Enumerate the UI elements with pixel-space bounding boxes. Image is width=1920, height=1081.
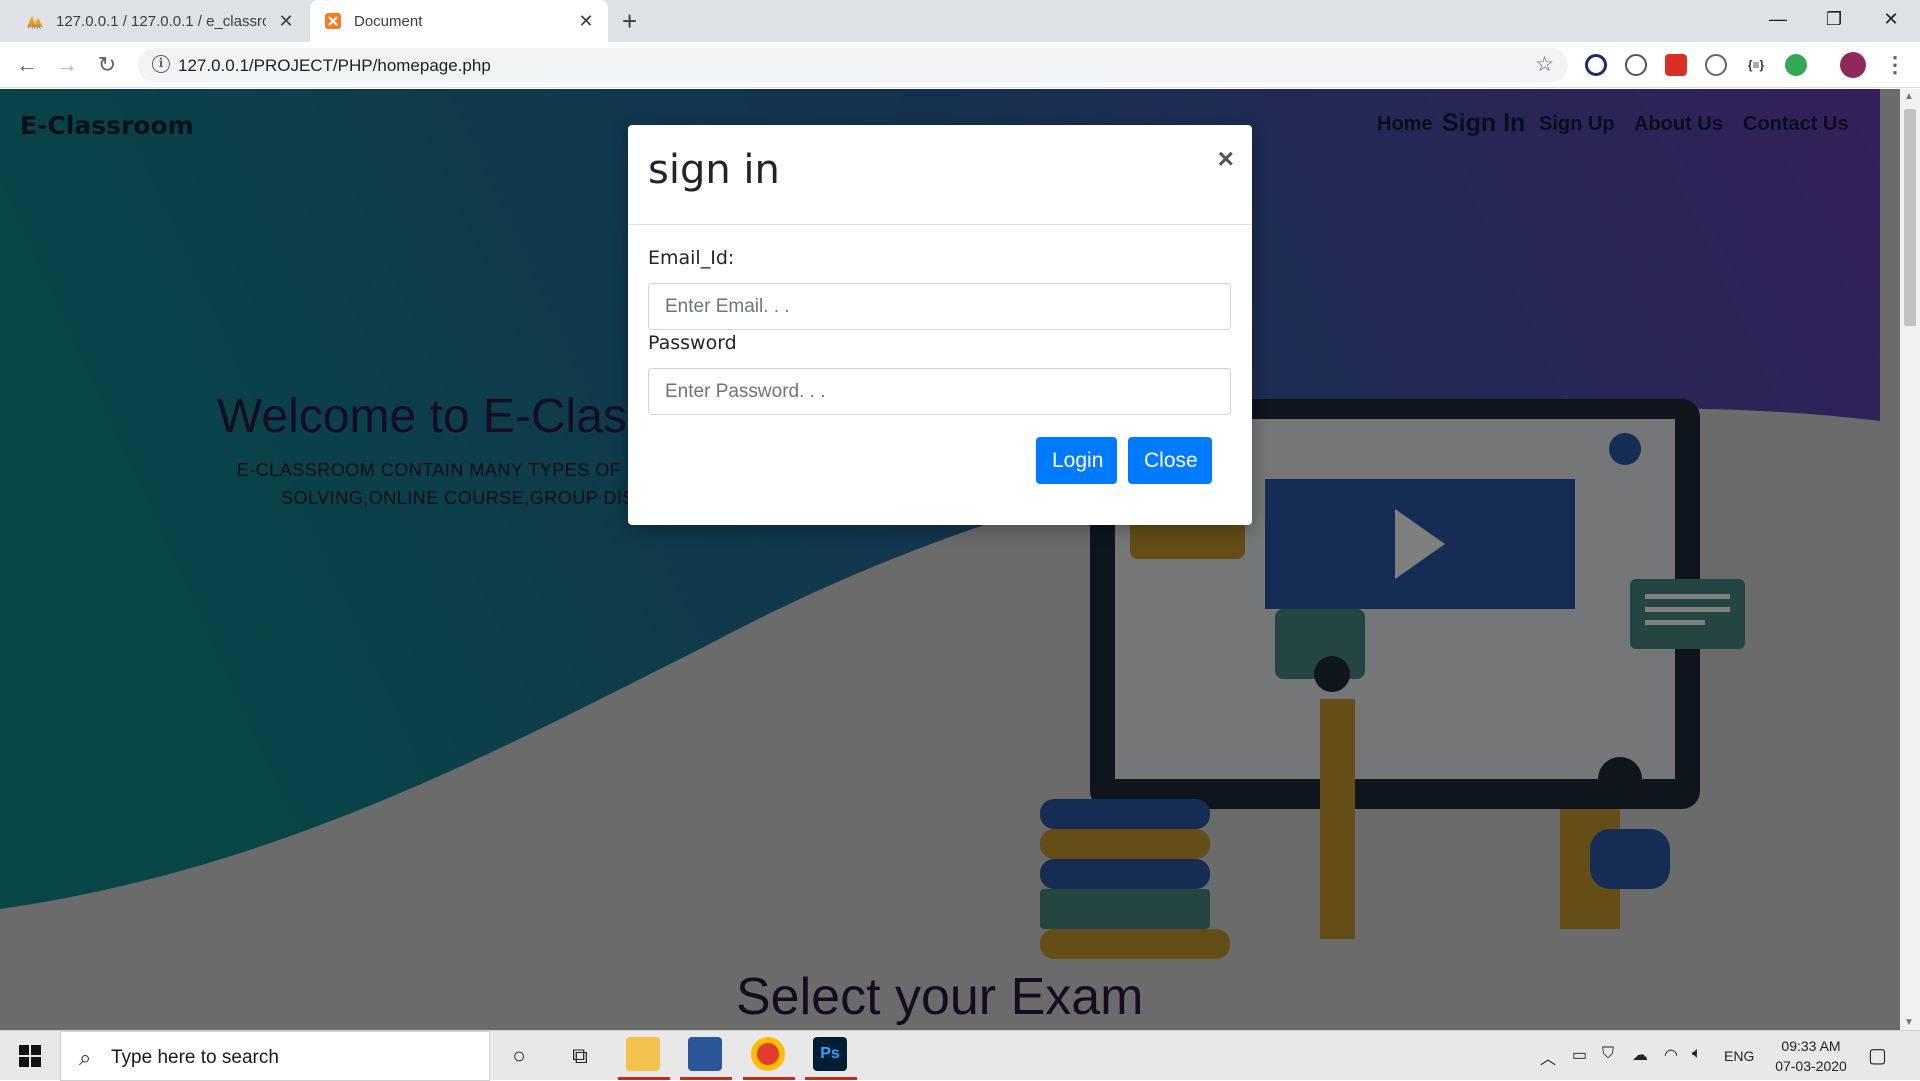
onedrive-icon[interactable]: ☁ [1632,1045,1648,1065]
tab-close-icon[interactable]: ✕ [276,11,296,32]
login-button[interactable]: Login [1036,437,1117,484]
language-indicator[interactable]: ENG [1724,1048,1754,1064]
tab-close-icon[interactable]: ✕ [576,11,596,32]
close-window-icon[interactable]: ✕ [1862,0,1920,38]
clock-date: 07-03-2020 [1775,1058,1847,1074]
address-bar[interactable]: i 127.0.0.1/PROJECT/PHP/homepage.php ☆ [138,48,1568,82]
task-view-icon[interactable]: ⧉ [552,1031,608,1081]
extension-icon[interactable] [1785,54,1807,76]
taskbar-clock[interactable]: 09:33 AM 07-03-2020 [1766,1036,1856,1076]
svg-text:PMA: PMA [28,24,42,30]
restore-icon[interactable]: ❐ [1805,0,1863,38]
minimize-icon[interactable]: — [1749,0,1807,38]
block-extension-icon[interactable] [1585,54,1607,76]
photoshop-icon[interactable]: Ps [813,1037,847,1071]
menu-dots-icon[interactable]: ⋮ [1880,50,1910,80]
scroll-down-icon[interactable]: ▼ [1904,1017,1914,1028]
json-extension-icon[interactable]: {≡} [1745,54,1767,76]
file-explorer-icon[interactable] [626,1037,660,1071]
xampp-icon [325,13,341,29]
reload-icon[interactable]: ↻ [92,50,122,80]
taskbar-search-box[interactable]: ⌕ Type here to search [60,1031,490,1081]
url-text: 127.0.0.1/PROJECT/PHP/homepage.php [178,56,491,75]
tab-document[interactable]: Document ✕ [310,0,608,42]
volume-icon[interactable]: 🔈︎ [1692,1045,1702,1063]
tray-chevron-icon[interactable]: ︿ [1540,1045,1556,1069]
notifications-icon[interactable]: ▢ [1868,1043,1887,1068]
battery-icon[interactable]: ▭ [1572,1045,1587,1065]
cortana-icon[interactable]: ○ [491,1031,547,1081]
visio-icon[interactable] [688,1037,722,1071]
extension-icon[interactable] [1625,54,1647,76]
email-field[interactable] [648,283,1231,330]
scroll-up-icon[interactable]: ▲ [1904,91,1914,102]
close-button[interactable]: Close [1128,437,1212,484]
password-label: Password [648,332,737,354]
password-field[interactable] [648,368,1231,415]
search-placeholder: Type here to search [111,1047,279,1068]
wifi-icon[interactable]: ◠ [1664,1045,1678,1065]
modal-header: sign in × [628,125,1252,225]
scrollbar-thumb[interactable] [1904,109,1916,326]
tab-title: 127.0.0.1 / 127.0.0.1 / e_classroom [56,12,266,30]
tab-title: Document [354,12,423,30]
search-icon: ⌕ [79,1045,92,1070]
security-shield-icon[interactable]: ⛉ [1602,1045,1614,1063]
windows-taskbar: ⌕ Type here to search ○ ⧉ Ps ︿ ▭ ⛉ ☁ ◠ 🔈… [0,1030,1920,1081]
forward-arrow-icon[interactable]: → [52,50,82,80]
back-arrow-icon[interactable]: ← [12,50,42,80]
site-info-icon[interactable]: i [152,55,170,73]
sign-in-modal: sign in × Email_Id: Password Login Close [628,125,1252,525]
extension-icon[interactable] [1705,54,1727,76]
modal-title: sign in [648,147,780,193]
chrome-icon[interactable] [751,1037,785,1071]
new-tab-icon[interactable]: + [622,6,637,37]
page-scrollbar[interactable]: ▲ ▼ [1900,89,1920,1030]
phpmyadmin-icon: PMA [27,16,43,30]
clock-time: 09:33 AM [1781,1038,1841,1054]
tab-phpmyadmin[interactable]: PMA 127.0.0.1 / 127.0.0.1 / e_classroom … [12,0,308,42]
browser-tab-strip: PMA 127.0.0.1 / 127.0.0.1 / e_classroom … [0,0,1920,42]
profile-avatar-icon[interactable] [1840,52,1866,78]
bookmark-star-icon[interactable]: ☆ [1535,52,1554,77]
browser-toolbar: ← → ↻ i 127.0.0.1/PROJECT/PHP/homepage.p… [0,42,1920,88]
email-label: Email_Id: [648,247,735,269]
close-icon[interactable]: × [1218,143,1234,175]
pdf-extension-icon[interactable] [1665,54,1687,76]
windows-start-icon[interactable] [0,1031,60,1081]
